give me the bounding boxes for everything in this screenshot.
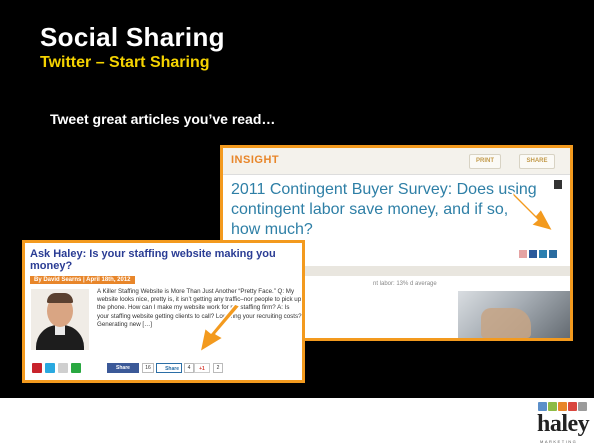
slide-title: Social Sharing	[40, 22, 225, 52]
pinterest-icon[interactable]	[32, 363, 42, 373]
linkedin-share-count: 4	[184, 363, 194, 373]
google-plus-count: 2	[213, 363, 223, 373]
ask-haley-panel: Ask Haley: Is your staffing website maki…	[22, 240, 305, 383]
twitter-icon[interactable]	[45, 363, 55, 373]
share-icon[interactable]	[71, 363, 81, 373]
logo-subtitle: MARKETING	[540, 439, 578, 444]
share-button[interactable]: SHARE	[519, 154, 555, 169]
insight-headline[interactable]: 2011 Contingent Buyer Survey: Does using…	[231, 180, 541, 240]
logo-square-orange	[558, 402, 567, 411]
logo-square-gray	[578, 402, 587, 411]
email-icon[interactable]	[519, 250, 527, 258]
author-avatar	[31, 289, 89, 350]
arrow-to-twitter-icon	[511, 190, 554, 232]
logo-square-red	[568, 402, 577, 411]
linkedin-share-button[interactable]: Share	[156, 363, 182, 373]
slide-footer	[0, 398, 594, 447]
email-icon[interactable]	[58, 363, 68, 373]
article-byline: By David Searns | April 18th, 2012	[30, 276, 135, 284]
google-plus-button[interactable]: +1	[194, 363, 210, 373]
article-title[interactable]: Ask Haley: Is your staffing website maki…	[30, 248, 300, 272]
facebook-share-button[interactable]: Share	[107, 363, 139, 373]
logo-wordmark: haley	[537, 411, 590, 437]
twitter-arrow-target	[84, 361, 98, 375]
slide-subtitle: Twitter – Start Sharing	[40, 54, 210, 71]
linkedin-icon[interactable]	[539, 250, 547, 258]
slide-bullet: Tweet great articles you’ve read…	[50, 111, 276, 127]
insight-header: INSIGHT PRINT SHARE	[223, 148, 570, 175]
insight-body-text: nt labor: 13% d average	[373, 281, 437, 287]
facebook-share-count: 16	[142, 363, 154, 373]
haley-marketing-logo: haley MARKETING	[536, 402, 592, 446]
insight-label: INSIGHT	[231, 154, 280, 166]
facebook-icon[interactable]	[529, 250, 537, 258]
insight-photo-detail	[481, 308, 531, 338]
twitter-icon[interactable]	[549, 250, 557, 258]
print-button[interactable]: PRINT	[469, 154, 501, 169]
arrow-to-share-bar	[199, 303, 241, 353]
logo-square-green	[548, 402, 557, 411]
logo-square-blue	[538, 402, 547, 411]
